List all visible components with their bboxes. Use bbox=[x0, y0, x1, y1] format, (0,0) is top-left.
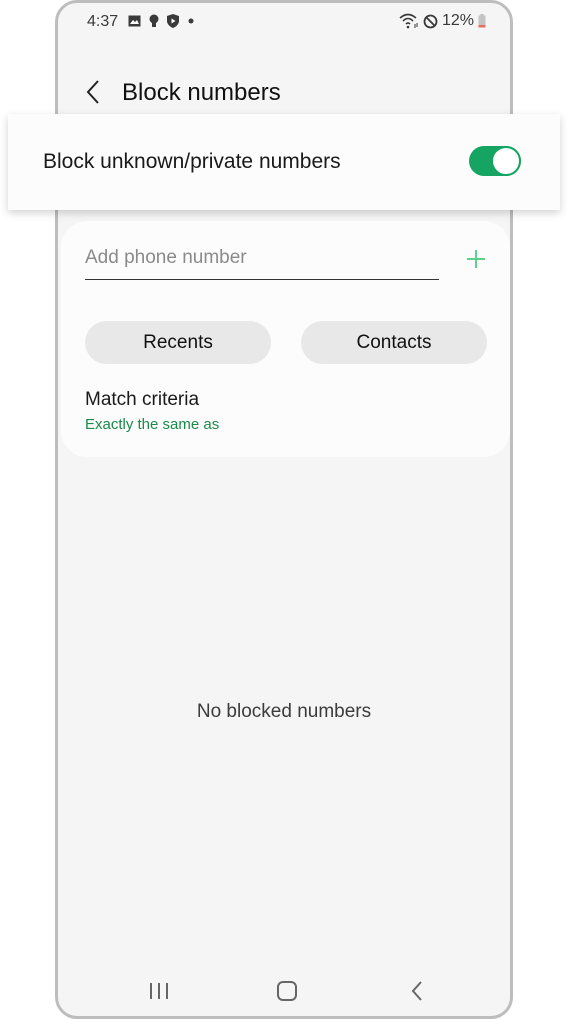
navigation-bar bbox=[58, 966, 510, 1016]
toggle-knob bbox=[491, 146, 521, 176]
bulb-icon bbox=[149, 14, 159, 27]
wifi-icon bbox=[399, 13, 418, 29]
block-unknown-label: Block unknown/private numbers bbox=[43, 150, 341, 173]
page-title: Block numbers bbox=[122, 79, 281, 106]
block-unknown-toggle[interactable] bbox=[469, 146, 521, 176]
add-phone-number-input[interactable]: Add phone number bbox=[85, 243, 439, 280]
nav-back-icon[interactable] bbox=[402, 978, 432, 1004]
gallery-icon bbox=[128, 15, 141, 27]
match-criteria-value: Exactly the same as bbox=[85, 416, 220, 433]
match-criteria-title: Match criteria bbox=[85, 389, 200, 410]
add-number-card: Add phone number Recents Contacts Match … bbox=[61, 221, 510, 457]
shield-icon bbox=[167, 14, 179, 28]
match-criteria-item[interactable]: Match criteria Exactly the same as bbox=[85, 389, 219, 433]
contacts-button[interactable]: Contacts bbox=[301, 321, 487, 364]
dot-icon bbox=[188, 18, 194, 24]
empty-state-text: No blocked numbers bbox=[196, 701, 372, 722]
do-not-disturb-icon bbox=[423, 14, 438, 28]
block-unknown-row[interactable]: Block unknown/private numbers bbox=[8, 114, 560, 210]
back-button[interactable] bbox=[82, 77, 106, 107]
add-icon[interactable] bbox=[464, 247, 488, 271]
status-bar: 4:37 12% bbox=[58, 3, 510, 39]
status-time: 4:37 bbox=[87, 13, 119, 30]
home-icon[interactable] bbox=[272, 978, 302, 1004]
recent-apps-icon[interactable] bbox=[144, 978, 174, 1004]
battery-icon bbox=[478, 14, 486, 28]
recents-button[interactable]: Recents bbox=[85, 321, 271, 364]
battery-percent: 12% bbox=[441, 12, 474, 29]
